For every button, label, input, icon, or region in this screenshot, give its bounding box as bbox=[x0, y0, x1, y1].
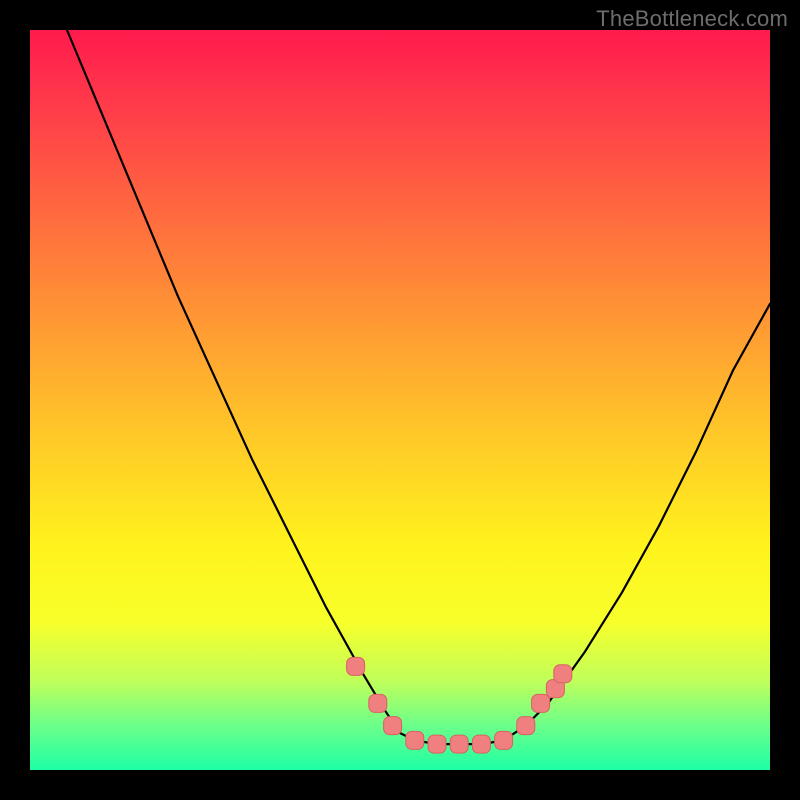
curve-marker bbox=[450, 735, 468, 753]
curve-marker bbox=[406, 731, 424, 749]
bottleneck-curve bbox=[67, 30, 770, 744]
watermark-text: TheBottleneck.com bbox=[596, 6, 788, 32]
curve-markers bbox=[347, 657, 572, 753]
curve-marker bbox=[472, 735, 490, 753]
curve-marker bbox=[347, 657, 365, 675]
curve-marker bbox=[517, 717, 535, 735]
curve-marker bbox=[554, 665, 572, 683]
curve-marker bbox=[532, 694, 550, 712]
chart-frame: TheBottleneck.com bbox=[0, 0, 800, 800]
curve-marker bbox=[369, 694, 387, 712]
plot-area bbox=[30, 30, 770, 770]
chart-svg bbox=[30, 30, 770, 770]
curve-marker bbox=[495, 731, 513, 749]
curve-marker bbox=[384, 717, 402, 735]
curve-marker bbox=[428, 735, 446, 753]
